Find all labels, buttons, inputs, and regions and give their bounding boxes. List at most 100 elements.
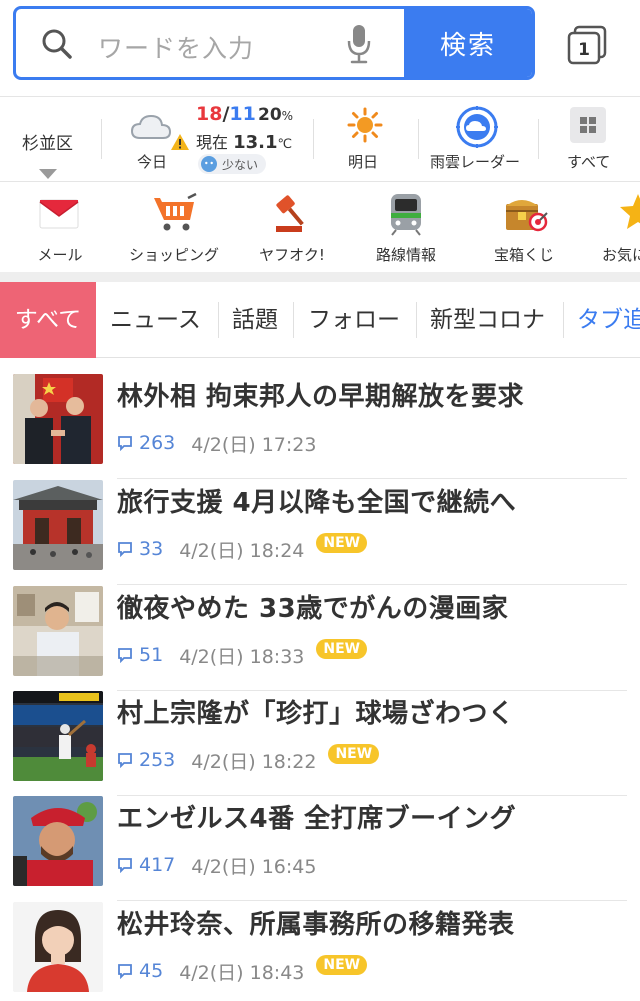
comment-icon bbox=[118, 542, 132, 557]
tab-follow[interactable]: フォロー bbox=[308, 282, 400, 358]
browser-tabs-button[interactable]: 1 bbox=[566, 24, 608, 66]
tab-add[interactable]: タブ追 bbox=[577, 282, 640, 358]
service-train[interactable]: 路線情報 bbox=[346, 182, 466, 272]
category-tabs: すべて ニュース 話題 フォロー 新型コロナ タブ追 bbox=[0, 282, 640, 358]
service-label: メール bbox=[37, 246, 83, 264]
news-title: エンゼルス4番 全打席ブーイング bbox=[117, 804, 517, 834]
service-label: ヤフオク! bbox=[259, 246, 325, 264]
news-meta: 253 4/2(日) 18:22 NEW bbox=[117, 744, 380, 773]
warning-icon bbox=[171, 134, 189, 150]
tab-covid[interactable]: 新型コロナ bbox=[430, 282, 545, 358]
service-mail[interactable]: メール bbox=[0, 182, 120, 272]
pollen-badge: 少ない bbox=[198, 154, 267, 174]
search-box: ワードを入力 検索 bbox=[13, 6, 535, 80]
service-favorites[interactable]: お気に bbox=[580, 182, 640, 272]
search-button[interactable]: 検索 bbox=[404, 9, 532, 77]
comment-icon bbox=[118, 436, 132, 451]
star-icon bbox=[620, 194, 640, 229]
new-badge: NEW bbox=[316, 955, 368, 975]
tab-count: 1 bbox=[578, 40, 590, 60]
news-meta: 263 4/2(日) 17:23 bbox=[117, 430, 316, 456]
news-title: 松井玲奈、所属事務所の移籍発表 bbox=[117, 910, 515, 940]
news-thumbnail bbox=[13, 902, 103, 992]
new-badge: NEW bbox=[316, 639, 368, 659]
comment-count: 51 bbox=[139, 644, 164, 666]
temp-low: 11 bbox=[229, 103, 256, 125]
news-datetime: 4/2(日) 16:45 bbox=[191, 855, 317, 878]
service-label: ショッピング bbox=[128, 246, 219, 264]
service-shortcuts: メール ショッピング ヤフオク! 路線情報 宝箱くじ お気に bbox=[0, 182, 640, 272]
news-thumbnail bbox=[13, 374, 103, 464]
news-title: 村上宗隆が「珍打」球場ざわつく bbox=[117, 699, 515, 729]
mail-icon bbox=[39, 199, 79, 229]
comment-count: 263 bbox=[139, 432, 176, 454]
comment-count: 45 bbox=[139, 960, 164, 982]
news-item[interactable]: エンゼルス4番 全打席ブーイング 417 4/2(日) 16:45 bbox=[0, 796, 640, 901]
new-badge: NEW bbox=[328, 744, 380, 764]
news-datetime: 4/2(日) 18:33 bbox=[179, 645, 305, 668]
comment-icon bbox=[118, 858, 132, 873]
news-thumbnail bbox=[13, 796, 103, 886]
current-temperature: 現在 13.1℃ bbox=[196, 132, 293, 153]
radar-icon bbox=[456, 106, 498, 148]
news-datetime: 4/2(日) 18:24 bbox=[179, 539, 305, 562]
news-meta: 417 4/2(日) 16:45 bbox=[117, 852, 316, 878]
tab-news[interactable]: ニュース bbox=[110, 282, 201, 358]
service-shopping[interactable]: ショッピング bbox=[114, 182, 234, 272]
today-label: 今日 bbox=[137, 153, 168, 171]
news-title: 徹夜やめた 33歳でがんの漫画家 bbox=[117, 594, 509, 624]
microphone-icon[interactable] bbox=[346, 23, 372, 65]
news-title: 林外相 拘束邦人の早期解放を要求 bbox=[117, 382, 525, 412]
search-input[interactable]: ワードを入力 bbox=[16, 9, 404, 77]
grid-icon bbox=[570, 107, 606, 143]
temp-high: 18 bbox=[196, 103, 223, 125]
section-divider bbox=[0, 272, 640, 282]
tabs-icon: 1 bbox=[567, 25, 607, 65]
news-meta: 45 4/2(日) 18:43 NEW bbox=[117, 955, 368, 984]
search-header: ワードを入力 検索 1 bbox=[0, 0, 640, 96]
news-thumbnail bbox=[13, 586, 103, 676]
news-item[interactable]: 松井玲奈、所属事務所の移籍発表 45 4/2(日) 18:43 NEW bbox=[0, 902, 640, 1001]
treasure-box-icon bbox=[506, 200, 548, 232]
service-label: お気に bbox=[602, 246, 640, 264]
tab-all[interactable]: すべて bbox=[0, 282, 96, 358]
search-placeholder: ワードを入力 bbox=[98, 34, 255, 63]
service-treasure[interactable]: 宝箱くじ bbox=[464, 182, 584, 272]
comment-count: 417 bbox=[139, 854, 176, 876]
tab-topics[interactable]: 話題 bbox=[232, 282, 278, 358]
news-datetime: 4/2(日) 17:23 bbox=[191, 433, 317, 456]
news-title: 旅行支援 4月以降も全国で継続へ bbox=[117, 488, 517, 518]
comment-icon bbox=[118, 753, 132, 768]
tomorrow-label: 明日 bbox=[348, 153, 379, 171]
temperature-high-low: 18/11 bbox=[196, 103, 256, 125]
sun-icon bbox=[347, 107, 383, 143]
news-thumbnail bbox=[13, 480, 103, 570]
pollen-face-icon bbox=[201, 156, 217, 172]
news-datetime: 4/2(日) 18:43 bbox=[179, 961, 305, 984]
radar-label: 雨雲レーダー bbox=[430, 153, 521, 171]
weather-bar: 杉並区 今日 18/11 20% 現在 13.1℃ 少ない 明日 雨雲レーダー … bbox=[0, 96, 640, 182]
news-meta: 33 4/2(日) 18:24 NEW bbox=[117, 533, 368, 562]
comment-icon bbox=[118, 964, 132, 979]
comment-count: 253 bbox=[139, 749, 176, 771]
cloud-icon bbox=[130, 114, 172, 139]
news-item[interactable]: 徹夜やめた 33歳でがんの漫画家 51 4/2(日) 18:33 NEW bbox=[0, 586, 640, 691]
train-icon bbox=[391, 194, 421, 236]
location-dropdown-icon bbox=[39, 169, 57, 179]
comment-icon bbox=[118, 648, 132, 663]
weather-all-label: すべて bbox=[567, 153, 611, 171]
cart-icon bbox=[154, 192, 197, 231]
pollen-label: 少ない bbox=[222, 157, 259, 172]
location-label: 杉並区 bbox=[22, 134, 73, 154]
news-datetime: 4/2(日) 18:22 bbox=[191, 750, 317, 773]
rain-chance: 20% bbox=[258, 105, 294, 125]
service-label: 路線情報 bbox=[375, 246, 436, 264]
service-auction[interactable]: ヤフオク! bbox=[232, 182, 352, 272]
news-item[interactable]: 村上宗隆が「珍打」球場ざわつく 253 4/2(日) 18:22 NEW bbox=[0, 691, 640, 796]
news-meta: 51 4/2(日) 18:33 NEW bbox=[117, 639, 368, 668]
auction-gavel-icon bbox=[276, 195, 304, 232]
new-badge: NEW bbox=[316, 533, 368, 553]
search-icon bbox=[42, 29, 72, 59]
news-item[interactable]: 林外相 拘束邦人の早期解放を要求 263 4/2(日) 17:23 bbox=[0, 374, 640, 479]
news-item[interactable]: 旅行支援 4月以降も全国で継続へ 33 4/2(日) 18:24 NEW bbox=[0, 480, 640, 585]
